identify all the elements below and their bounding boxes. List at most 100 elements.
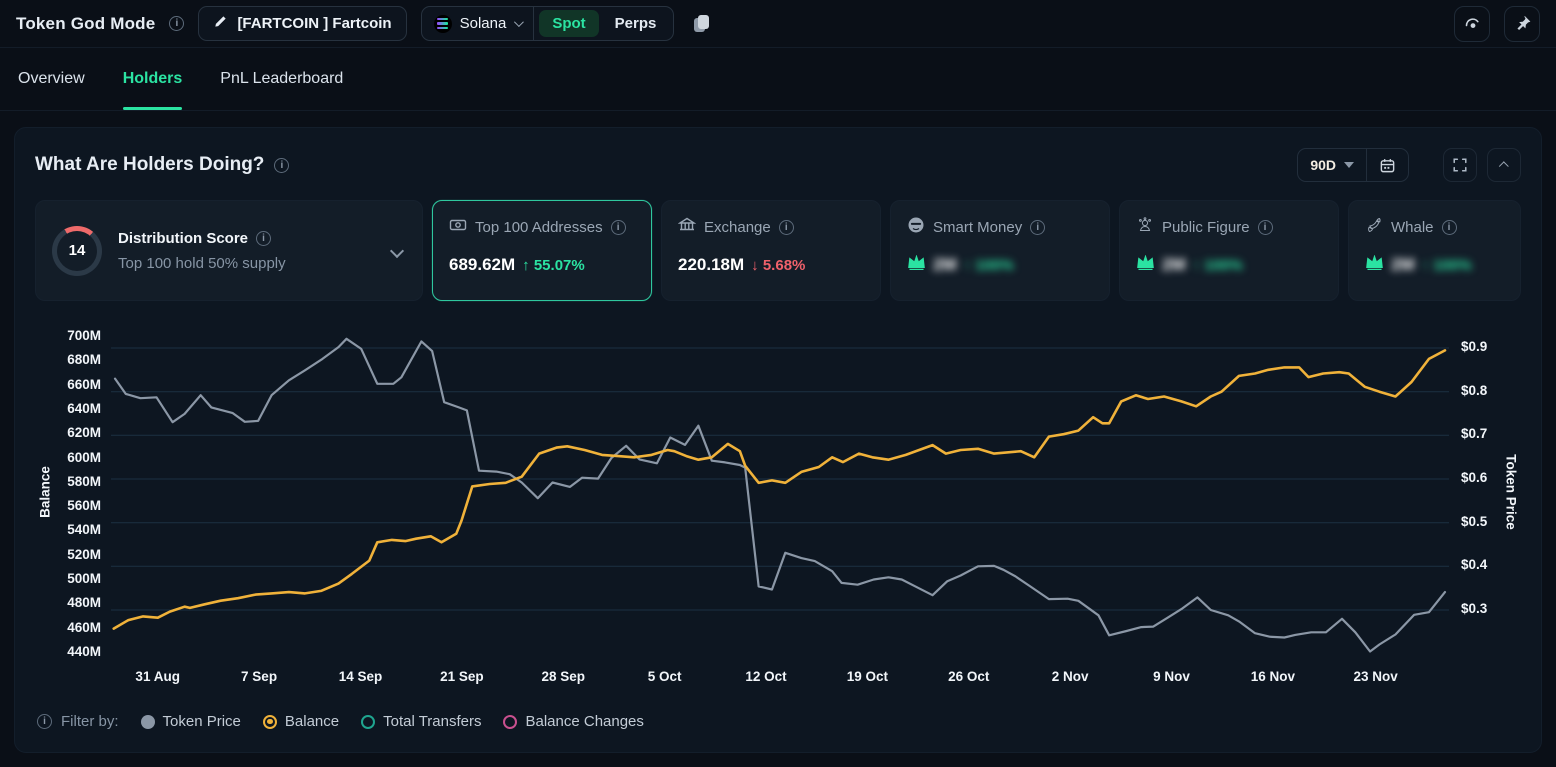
solana-icon (434, 15, 452, 33)
y-tick-left: 480M (67, 595, 101, 610)
distribution-subtitle: Top 100 hold 50% supply (118, 255, 376, 272)
copy-icon[interactable] (694, 15, 709, 33)
card-exchange[interactable]: Exchange i 220.18M ↓ 5.68% (661, 200, 881, 301)
y-axis-left-title: Balance (35, 327, 55, 657)
change-blurred: ↑ 100% (1193, 257, 1243, 274)
y-axis-right-ticks: $0.9$0.8$0.7$0.6$0.5$0.4$0.3 (1449, 327, 1501, 657)
y-tick-right: $0.5 (1461, 514, 1487, 529)
y-axis-right-title: Token Price (1501, 327, 1521, 657)
card-title: Smart Money (933, 219, 1022, 236)
x-tick: 2 Nov (1052, 669, 1089, 684)
spot-toggle[interactable]: Spot (539, 10, 598, 37)
y-tick-left: 500M (67, 571, 101, 586)
x-tick: 26 Oct (948, 669, 989, 684)
info-icon[interactable]: i (1442, 220, 1457, 235)
y-tick-left: 620M (67, 425, 101, 440)
panel-title-info-icon[interactable]: i (274, 158, 289, 173)
pin-button[interactable] (1504, 6, 1540, 42)
x-tick: 7 Sep (241, 669, 277, 684)
chain-market-combo: Solana Spot Perps (421, 6, 675, 41)
x-tick: 9 Nov (1153, 669, 1190, 684)
filter-option-balance-changes[interactable]: Balance Changes (503, 713, 643, 730)
y-tick-right: $0.4 (1461, 557, 1487, 572)
range-selector[interactable]: 90D (1298, 149, 1366, 181)
holders-chart-svg[interactable] (111, 327, 1449, 657)
info-icon[interactable]: i (1030, 220, 1045, 235)
card-value: 689.62M (449, 255, 515, 275)
app-title: Token God Mode (16, 14, 155, 34)
panel-title: What Are Holders Doing? (35, 154, 264, 176)
x-axis-ticks: 31 Aug7 Sep14 Sep21 Sep28 Sep5 Oct12 Oct… (111, 663, 1445, 693)
card-title: Whale (1391, 219, 1434, 236)
holders-chart: Balance 700M680M660M640M620M600M580M560M… (35, 327, 1521, 693)
filter-option-total-transfers[interactable]: Total Transfers (361, 713, 481, 730)
top-bar: Token God Mode i [FARTCOIN ] Fartcoin So… (0, 0, 1556, 48)
card-distribution-score[interactable]: 14 Distribution Score i Top 100 hold 50%… (35, 200, 423, 301)
chain-selector[interactable]: Solana (422, 7, 534, 40)
y-tick-left: 580M (67, 474, 101, 489)
card-smart-money[interactable]: Smart Money i 2M ↑ 100% (890, 200, 1110, 301)
stat-cards-row: 14 Distribution Score i Top 100 hold 50%… (35, 200, 1521, 301)
tab-holders[interactable]: Holders (123, 48, 183, 110)
tab-pnl-leaderboard[interactable]: PnL Leaderboard (220, 48, 343, 110)
info-icon[interactable]: i (611, 220, 626, 235)
x-tick: 19 Oct (847, 669, 888, 684)
public-figure-icon (1136, 216, 1154, 239)
card-value-blurred: 2M (1162, 255, 1186, 275)
fullscreen-icon (1452, 157, 1468, 173)
token-price-swatch-icon (141, 715, 155, 729)
info-icon[interactable]: i (779, 220, 794, 235)
token-pair-label: [FARTCOIN ] Fartcoin (237, 15, 391, 32)
card-title: Top 100 Addresses (475, 219, 603, 236)
filter-bar: i Filter by: Token Price Balance Total T… (35, 713, 1521, 730)
change-blurred: ↑ 100% (964, 257, 1014, 274)
crown-icon (1136, 255, 1155, 275)
filter-option-balance[interactable]: Balance (263, 713, 339, 730)
y-tick-left: 640M (67, 401, 101, 416)
y-tick-right: $0.9 (1461, 339, 1487, 354)
calendar-button[interactable] (1367, 149, 1408, 181)
x-tick: 23 Nov (1353, 669, 1397, 684)
info-icon[interactable]: i (256, 231, 271, 246)
distribution-score-value: 14 (57, 231, 97, 271)
fullscreen-button[interactable] (1443, 148, 1477, 182)
info-icon[interactable]: i (1258, 220, 1273, 235)
watch-mode-button[interactable] (1454, 6, 1490, 42)
y-axis-left-ticks: 700M680M660M640M620M600M580M560M540M520M… (55, 327, 111, 657)
tab-overview[interactable]: Overview (18, 48, 85, 110)
collapse-button[interactable] (1487, 148, 1521, 182)
y-tick-left: 600M (67, 450, 101, 465)
balance-changes-radio-icon (503, 715, 517, 729)
token-selector[interactable]: [FARTCOIN ] Fartcoin (198, 6, 406, 41)
change-down: ↓ 5.68% (751, 257, 805, 274)
panel-header: What Are Holders Doing? i 90D (35, 148, 1521, 182)
y-tick-left: 520M (67, 547, 101, 562)
card-whale[interactable]: Whale i 2M ↑ 100% (1348, 200, 1521, 301)
perps-toggle[interactable]: Perps (603, 10, 669, 37)
y-tick-left: 560M (67, 498, 101, 513)
chain-label: Solana (460, 15, 507, 32)
chart-plot-area[interactable] (111, 327, 1449, 657)
y-tick-right: $0.7 (1461, 426, 1487, 441)
card-top-100-addresses[interactable]: Top 100 Addresses i 689.62M ↑ 55.07% (432, 200, 652, 301)
x-tick: 5 Oct (648, 669, 682, 684)
chevron-down-icon (514, 17, 524, 27)
series-token-price (115, 339, 1445, 652)
filter-info-icon[interactable]: i (37, 714, 52, 729)
y-tick-right: $0.8 (1461, 383, 1487, 398)
x-tick: 21 Sep (440, 669, 484, 684)
change-up: ↑ 55.07% (522, 257, 585, 274)
y-tick-left: 460M (67, 620, 101, 635)
card-title: Distribution Score (118, 230, 248, 247)
total-transfers-radio-icon (361, 715, 375, 729)
range-combo: 90D (1297, 148, 1409, 182)
crown-icon (1365, 255, 1384, 275)
section-tabs: Overview Holders PnL Leaderboard (0, 48, 1556, 111)
filter-option-token-price[interactable]: Token Price (141, 713, 241, 730)
x-tick: 28 Sep (541, 669, 585, 684)
app-title-info-icon[interactable]: i (169, 16, 184, 31)
calendar-icon (1379, 157, 1396, 174)
card-public-figure[interactable]: Public Figure i 2M ↑ 100% (1119, 200, 1339, 301)
balance-radio-icon (263, 715, 277, 729)
chevron-down-icon[interactable] (390, 243, 404, 257)
